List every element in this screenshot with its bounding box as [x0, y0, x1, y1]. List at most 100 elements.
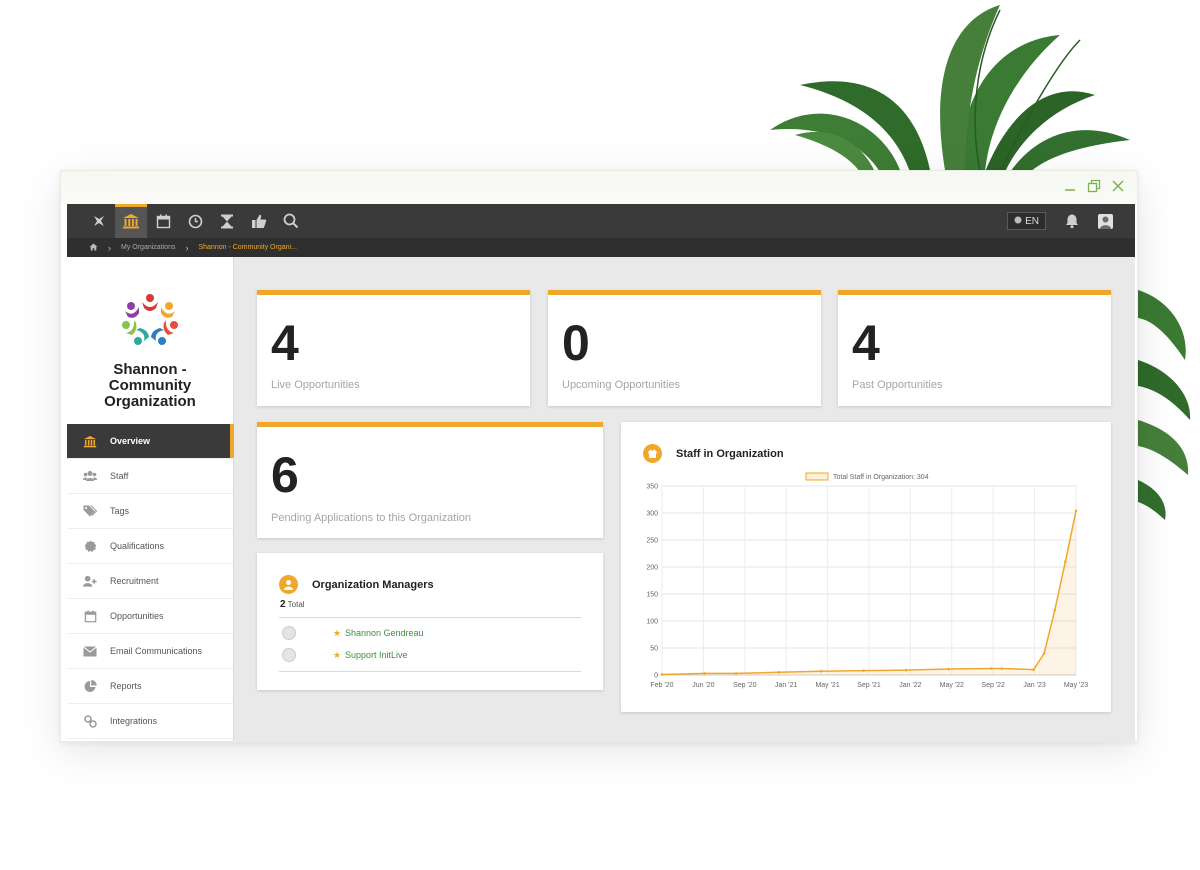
restore-icon[interactable]	[1087, 179, 1101, 193]
minimize-icon[interactable]	[1063, 179, 1077, 193]
sidebar-item-email-communications[interactable]: Email Communications	[67, 634, 233, 669]
calendar-icon[interactable]	[147, 204, 179, 238]
sidebar-item-opportunities[interactable]: Opportunities	[67, 599, 233, 634]
x-tick-label: Jan '23	[1023, 682, 1045, 689]
data-point	[660, 673, 664, 676]
x-tick-label: Sep '21	[857, 682, 881, 689]
globe-icon	[1014, 216, 1022, 227]
sidebar-item-label: Recruitment	[110, 576, 159, 586]
sidebar-menu: Overview Staff Tags Qualifications Recru…	[67, 424, 234, 739]
user-plus-icon	[83, 574, 97, 588]
avatar	[282, 626, 296, 640]
x-tick-label: Sep '22	[981, 682, 1005, 689]
breadcrumb-current: Shannon - Community Organi...	[198, 244, 297, 251]
close-icon[interactable]	[1111, 179, 1125, 193]
stat-value: 6	[271, 447, 299, 503]
tags-icon	[83, 504, 97, 518]
legend-label: Total Staff in Organization: 304	[833, 474, 929, 481]
search-icon[interactable]	[275, 204, 307, 238]
y-tick-label: 50	[650, 646, 658, 653]
sidebar-item-label: Reports	[110, 681, 142, 691]
staff-line-chart: 0 50 100 150 200 250 300 350 Feb '20 Jun '20 Sep '…	[646, 472, 1088, 689]
sidebar-item-integrations[interactable]: Integrations	[67, 704, 233, 739]
envelope-icon	[83, 644, 97, 658]
sidebar-item-tags[interactable]: Tags	[67, 494, 233, 529]
sidebar-item-qualifications[interactable]: Qualifications	[67, 529, 233, 564]
breadcrumb-separator: ›	[108, 242, 111, 253]
past-opportunities-card[interactable]: 4 Past Opportunities	[838, 290, 1111, 406]
home-icon[interactable]	[89, 243, 98, 253]
x-tick-label: May '22	[940, 682, 964, 689]
stat-label: Upcoming Opportunities	[562, 379, 681, 391]
managers-total: 2 Total	[280, 599, 305, 610]
manager-icon	[279, 575, 298, 594]
managers-total-label: Total	[287, 600, 305, 609]
stat-label: Pending Applications to this Organizatio…	[271, 512, 471, 524]
manager-name-link[interactable]: Shannon Gendreau	[345, 628, 424, 638]
list-item: ★ Support InitLive	[279, 644, 581, 666]
top-navigation-bar: EN	[67, 204, 1135, 238]
app-window: EN › My Organizations › Shannon - Commun…	[60, 170, 1138, 742]
y-tick-label: 100	[646, 619, 658, 626]
sidebar-item-overview[interactable]: Overview	[67, 424, 234, 459]
data-point	[819, 669, 823, 673]
breadcrumb-separator: ›	[185, 242, 189, 253]
upcoming-opportunities-card[interactable]: 0 Upcoming Opportunities	[548, 290, 821, 406]
sidebar-item-staff[interactable]: Staff	[67, 459, 233, 494]
x-tick-label: Feb '20	[650, 682, 673, 689]
users-icon	[83, 469, 97, 483]
legend-swatch	[805, 472, 829, 481]
data-point	[777, 671, 781, 674]
language-selector[interactable]: EN	[1007, 212, 1046, 230]
x-tick-label: Jun '20	[692, 682, 714, 689]
stat-label: Live Opportunities	[271, 379, 360, 391]
live-opportunities-card[interactable]: 4 Live Opportunities	[257, 290, 530, 406]
stat-label: Past Opportunities	[852, 379, 943, 391]
user-avatar-icon[interactable]	[1098, 213, 1113, 229]
institution-icon[interactable]	[115, 204, 147, 238]
clock-icon[interactable]	[179, 204, 211, 238]
plane-icon[interactable]	[83, 204, 115, 238]
hourglass-icon[interactable]	[211, 204, 243, 238]
organization-name: Shannon - Community Organization	[104, 361, 196, 410]
data-point	[904, 668, 908, 672]
x-tick-label: May '21	[815, 682, 839, 689]
data-point	[1042, 652, 1046, 655]
breadcrumb: › My Organizations › Shannon - Community…	[67, 238, 1135, 257]
avatar	[282, 648, 296, 662]
institution-icon	[83, 434, 97, 448]
data-point	[1074, 509, 1078, 513]
managers-list: ★ Shannon Gendreau ★ Support InitLive	[279, 617, 581, 672]
bell-icon[interactable]	[1064, 213, 1080, 229]
y-tick-label: 250	[646, 538, 658, 545]
x-tick-label: May '23	[1064, 682, 1088, 689]
data-point	[947, 667, 950, 671]
breadcrumb-my-organizations[interactable]: My Organizations	[121, 244, 175, 251]
pie-chart-icon	[83, 679, 97, 693]
app-content: EN › My Organizations › Shannon - Commun…	[67, 204, 1135, 741]
x-tick-label: Sep '20	[733, 682, 757, 689]
data-point	[1053, 608, 1057, 612]
thumbs-up-icon[interactable]	[243, 204, 275, 238]
sidebar-item-label: Tags	[110, 506, 130, 516]
pending-applications-card[interactable]: 6 Pending Applications to this Organizat…	[257, 422, 603, 538]
organization-managers-card: Organization Managers 2 Total ★ Shannon …	[257, 553, 603, 690]
managers-title: Organization Managers	[312, 578, 434, 591]
star-icon: ★	[333, 627, 342, 638]
sidebar-item-label: Email Communications	[110, 646, 203, 656]
organization-logo	[120, 292, 180, 346]
star-icon: ★	[333, 649, 342, 660]
manager-name-link[interactable]: Support InitLive	[345, 650, 408, 660]
sidebar-item-recruitment[interactable]: Recruitment	[67, 564, 233, 599]
link-icon	[83, 714, 97, 728]
list-item: ★ Shannon Gendreau	[279, 622, 581, 644]
x-tick-label: Jan '22	[899, 682, 921, 689]
y-tick-label: 150	[646, 592, 658, 599]
sidebar-item-label: Integrations	[110, 716, 158, 726]
sidebar-item-reports[interactable]: Reports	[67, 669, 233, 704]
data-point	[703, 672, 706, 675]
data-point	[1032, 668, 1035, 671]
language-label: EN	[1025, 215, 1039, 227]
data-point	[862, 669, 865, 672]
badge-icon	[83, 539, 97, 553]
